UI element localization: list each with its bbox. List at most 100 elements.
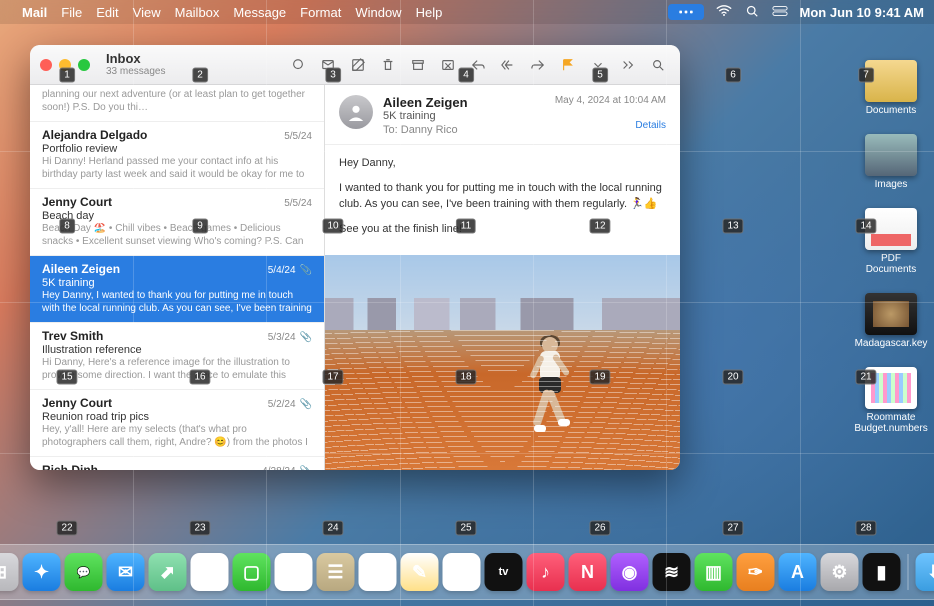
desktop-documents[interactable]: Documents [856, 60, 926, 116]
dock-messages[interactable]: 💬 [65, 553, 103, 591]
menubar-clock[interactable]: Mon Jun 10 9:41 AM [800, 5, 924, 20]
forward-icon[interactable] [526, 54, 550, 76]
message-subject: Beach day [42, 210, 312, 222]
message-from: Alejandra Delgado [42, 128, 147, 142]
message-row[interactable]: Jenny Court5/5/24Beach dayBeach Day 🏖️ •… [30, 189, 324, 256]
open-date: May 4, 2024 at 10:04 AM [555, 95, 666, 106]
new-icon[interactable] [346, 54, 370, 76]
desktop-label: Roommate Budget.numbers [854, 412, 927, 434]
message-row[interactable]: Alejandra Delgado5/5/24Portfolio reviewH… [30, 122, 324, 189]
dock-calendar[interactable]: 10 [275, 553, 313, 591]
message-row-truncated[interactable]: planning our next adventure (or at least… [30, 85, 324, 122]
minimize-button[interactable] [59, 59, 71, 71]
spotlight-icon[interactable] [744, 5, 760, 20]
desktop-label: Documents [866, 105, 917, 116]
trash-icon[interactable] [376, 54, 400, 76]
menu-help[interactable]: Help [416, 5, 443, 20]
message-date: 5/4/24📎 [268, 265, 312, 276]
desktop-roommate-budget-numbers[interactable]: Roommate Budget.numbers [856, 367, 926, 434]
message-row[interactable]: Rich Dinh4/28/24📎Trip to Zion National P… [30, 457, 324, 470]
dock-news[interactable]: N [569, 553, 607, 591]
open-to: Danny Rico [401, 124, 458, 136]
message-preview: Hey Danny, I wanted to thank you for put… [42, 290, 312, 314]
desktop-icons: Documents Images PDF Documents Madagascar.k… [856, 60, 926, 434]
compose-icon[interactable] [316, 54, 340, 76]
archive-icon[interactable] [406, 54, 430, 76]
message-row[interactable]: Trev Smith5/3/24📎Illustration referenceH… [30, 323, 324, 390]
more-icon[interactable] [586, 54, 610, 76]
message-from: Trev Smith [42, 329, 103, 343]
desktop-label: Madagascar.key [855, 338, 928, 349]
dock-mail[interactable]: ✉ [107, 553, 145, 591]
desktop-thumb [865, 367, 917, 409]
message-preview: planning our next adventure (or at least… [42, 89, 312, 113]
dock-facetime[interactable]: ▢ [233, 553, 271, 591]
menu-message[interactable]: Message [233, 5, 286, 20]
expand-icon[interactable] [616, 54, 640, 76]
desktop-images[interactable]: Images [856, 134, 926, 190]
attachment-icon: 📎 [300, 265, 312, 276]
grid-cell-23: 23 [189, 521, 210, 536]
reply-all-icon[interactable] [496, 54, 520, 76]
control-center-icon[interactable] [668, 4, 704, 20]
runner-figure [524, 337, 574, 447]
filter-icon[interactable] [286, 54, 310, 76]
details-link[interactable]: Details [555, 120, 666, 131]
attachment-icon: 📎 [300, 332, 312, 343]
message-from: Jenny Court [42, 195, 112, 209]
search-icon[interactable] [646, 54, 670, 76]
dock-freeform[interactable]: 〰 [443, 553, 481, 591]
dock-contacts[interactable]: ☰ [317, 553, 355, 591]
dock-separator [908, 554, 909, 590]
dock-settings[interactable]: ⚙ [821, 553, 859, 591]
dock-downloads[interactable]: ⬇ [916, 553, 934, 591]
message-from: Jenny Court [42, 396, 112, 410]
flag-icon[interactable] [556, 54, 580, 76]
message-row[interactable]: Jenny Court5/2/24📎Reunion road trip pics… [30, 390, 324, 457]
dock-maps[interactable]: ⬈ [149, 553, 187, 591]
menu-file[interactable]: File [61, 5, 82, 20]
open-subject: 5K training [383, 110, 545, 122]
dock-appstore[interactable]: A [779, 553, 817, 591]
mail-window: Inbox 33 messages planning our next adve… [30, 45, 680, 470]
message-list[interactable]: planning our next adventure (or at least… [30, 85, 325, 470]
message-from: Rich Dinh [42, 463, 98, 470]
mailbox-subtitle: 33 messages [106, 66, 165, 77]
dock-pages[interactable]: ✑ [737, 553, 775, 591]
dock-launchpad[interactable]: ⊞ [0, 553, 19, 591]
dock-safari[interactable]: ✦ [23, 553, 61, 591]
dock-numbers-app[interactable]: ▥ [695, 553, 733, 591]
mail-titlebar: Inbox 33 messages [30, 45, 680, 85]
dock-iphone-mirroring[interactable]: ▮ [863, 553, 901, 591]
menu-view[interactable]: View [133, 5, 161, 20]
dock-photos[interactable]: ✿ [191, 553, 229, 591]
dock-tv[interactable]: tv [485, 553, 523, 591]
dock-notes[interactable]: ✎ [401, 553, 439, 591]
menu-edit[interactable]: Edit [96, 5, 118, 20]
dock-reminders[interactable]: ☑ [359, 553, 397, 591]
attachment-icon: 📎 [300, 466, 312, 470]
close-button[interactable] [40, 59, 52, 71]
desktop-madagascar-key[interactable]: Madagascar.key [856, 293, 926, 349]
message-row[interactable]: Aileen Zeigen5/4/24📎5K trainingHey Danny… [30, 256, 324, 323]
message-attachment-image[interactable] [325, 255, 680, 470]
grid-cell-13: 13 [722, 219, 743, 234]
wifi-icon[interactable] [716, 5, 732, 20]
dock-music[interactable]: ♪ [527, 553, 565, 591]
attachment-icon: 📎 [300, 399, 312, 410]
desktop-pdf-documents[interactable]: PDF Documents [856, 208, 926, 275]
menu-mailbox[interactable]: Mailbox [175, 5, 220, 20]
reply-icon[interactable] [466, 54, 490, 76]
desktop-label: PDF Documents [856, 253, 926, 275]
message-date: 4/28/24📎 [262, 466, 312, 470]
mailbox-title: Inbox [106, 52, 165, 66]
menu-format[interactable]: Format [300, 5, 341, 20]
control-center-toggle-icon[interactable] [772, 5, 788, 20]
zoom-button[interactable] [78, 59, 90, 71]
app-menu[interactable]: Mail [22, 5, 47, 20]
menu-window[interactable]: Window [355, 5, 401, 20]
desktop-thumb [865, 208, 917, 250]
junk-icon[interactable] [436, 54, 460, 76]
dock-podcasts[interactable]: ◉ [611, 553, 649, 591]
dock-stocks[interactable]: ≋ [653, 553, 691, 591]
